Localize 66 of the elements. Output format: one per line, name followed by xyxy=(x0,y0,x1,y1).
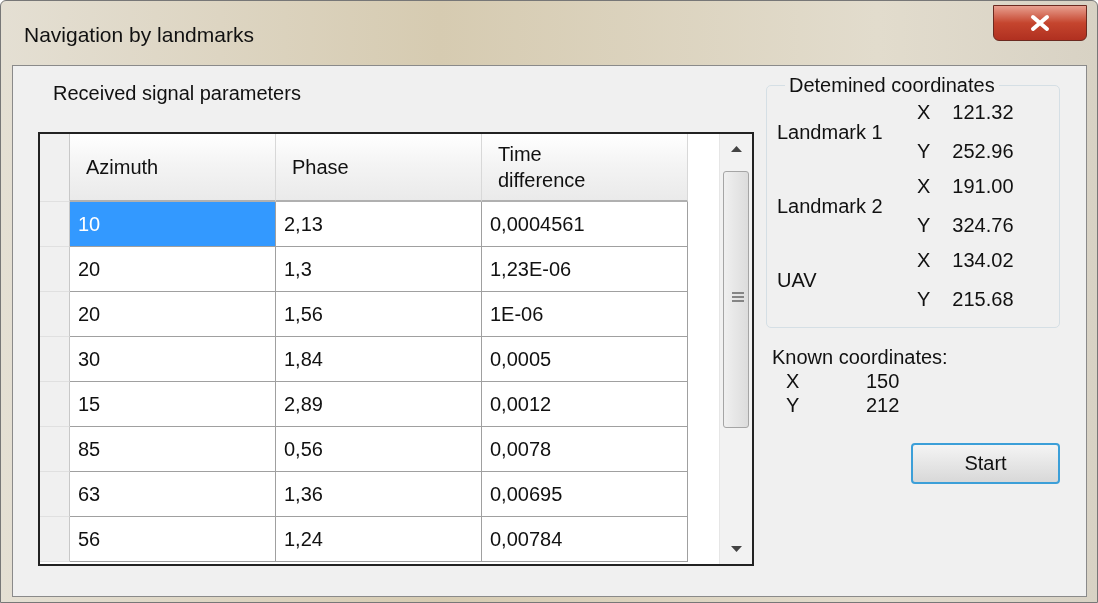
axis-label: Y xyxy=(917,140,931,163)
scrollbar[interactable] xyxy=(719,134,752,564)
coordinate-value: 212 xyxy=(866,393,900,417)
table-cell[interactable]: 0,0078 xyxy=(482,427,688,472)
row-header[interactable] xyxy=(40,337,70,382)
table-cell[interactable]: 0,00784 xyxy=(482,517,688,562)
row-header[interactable] xyxy=(40,247,70,292)
table-cell[interactable]: 1,24 xyxy=(276,517,482,562)
section-label: Received signal parameters xyxy=(53,82,302,106)
coordinate-value: 324.76 xyxy=(952,214,1014,237)
axis-label: X xyxy=(917,249,931,272)
table-cell[interactable]: 15 xyxy=(70,382,276,427)
table-cell[interactable]: 1,84 xyxy=(276,337,482,382)
axis-label: Y xyxy=(917,288,931,311)
coordinate-label: Landmark 2 xyxy=(777,194,884,218)
column-header[interactable]: Azimuth xyxy=(70,134,276,202)
table-cell[interactable]: 2,89 xyxy=(276,382,482,427)
column-header[interactable]: Time difference xyxy=(482,134,688,202)
row-header[interactable] xyxy=(40,517,70,562)
table-cell[interactable]: 30 xyxy=(70,337,276,382)
row-header[interactable] xyxy=(40,382,70,427)
coordinate-label: UAV xyxy=(777,268,818,292)
table-cell[interactable]: 20 xyxy=(70,292,276,337)
grip-icon xyxy=(732,292,744,302)
known-coordinates-label: Known coordinates: xyxy=(772,346,949,369)
coordinate-value: 121.32 xyxy=(952,101,1014,124)
column-header[interactable]: Phase xyxy=(276,134,482,202)
coordinate-value: 215.68 xyxy=(952,288,1014,311)
table-cell[interactable]: 56 xyxy=(70,517,276,562)
corner-header xyxy=(40,134,70,202)
table-cell[interactable]: 0,00695 xyxy=(482,472,688,517)
table-cell[interactable]: 85 xyxy=(70,427,276,472)
table-cell[interactable]: 1,23E-06 xyxy=(482,247,688,292)
window-title: Navigation by landmarks xyxy=(24,23,254,47)
group-title: Detemined coordinates xyxy=(788,74,996,97)
row-header[interactable] xyxy=(40,472,70,517)
table-cell[interactable]: 0,0005 xyxy=(482,337,688,382)
axis-label: Y xyxy=(917,214,931,237)
scroll-down-icon xyxy=(731,546,742,552)
row-header[interactable] xyxy=(40,427,70,472)
close-button[interactable] xyxy=(993,5,1087,41)
table-cell[interactable]: 20 xyxy=(70,247,276,292)
axis-label: X xyxy=(786,369,801,393)
table-cell[interactable]: 0,0004561 xyxy=(482,202,688,247)
coordinate-value: 150 xyxy=(866,369,900,393)
table-cell[interactable]: 0,0012 xyxy=(482,382,688,427)
table-cell[interactable]: 0,56 xyxy=(276,427,482,472)
table-cell[interactable]: 1,36 xyxy=(276,472,482,517)
table-cell[interactable]: 1E-06 xyxy=(482,292,688,337)
table-cell[interactable]: 1,56 xyxy=(276,292,482,337)
axis-label: Y xyxy=(786,393,801,417)
table-cell[interactable]: 63 xyxy=(70,472,276,517)
coordinate-value: 134.02 xyxy=(952,249,1014,272)
axis-label: X xyxy=(917,101,931,124)
coordinate-label: Landmark 1 xyxy=(777,120,884,144)
scroll-thumb[interactable] xyxy=(723,171,749,428)
start-button[interactable]: Start xyxy=(911,443,1060,484)
row-header[interactable] xyxy=(40,202,70,247)
close-icon xyxy=(1029,14,1051,32)
table-cell[interactable]: 1,3 xyxy=(276,247,482,292)
coordinate-value: 191.00 xyxy=(952,175,1014,198)
scroll-up-icon xyxy=(731,146,742,152)
coordinate-value: 252.96 xyxy=(952,140,1014,163)
axis-label: X xyxy=(917,175,931,198)
row-header[interactable] xyxy=(40,292,70,337)
table-cell[interactable]: 2,13 xyxy=(276,202,482,247)
